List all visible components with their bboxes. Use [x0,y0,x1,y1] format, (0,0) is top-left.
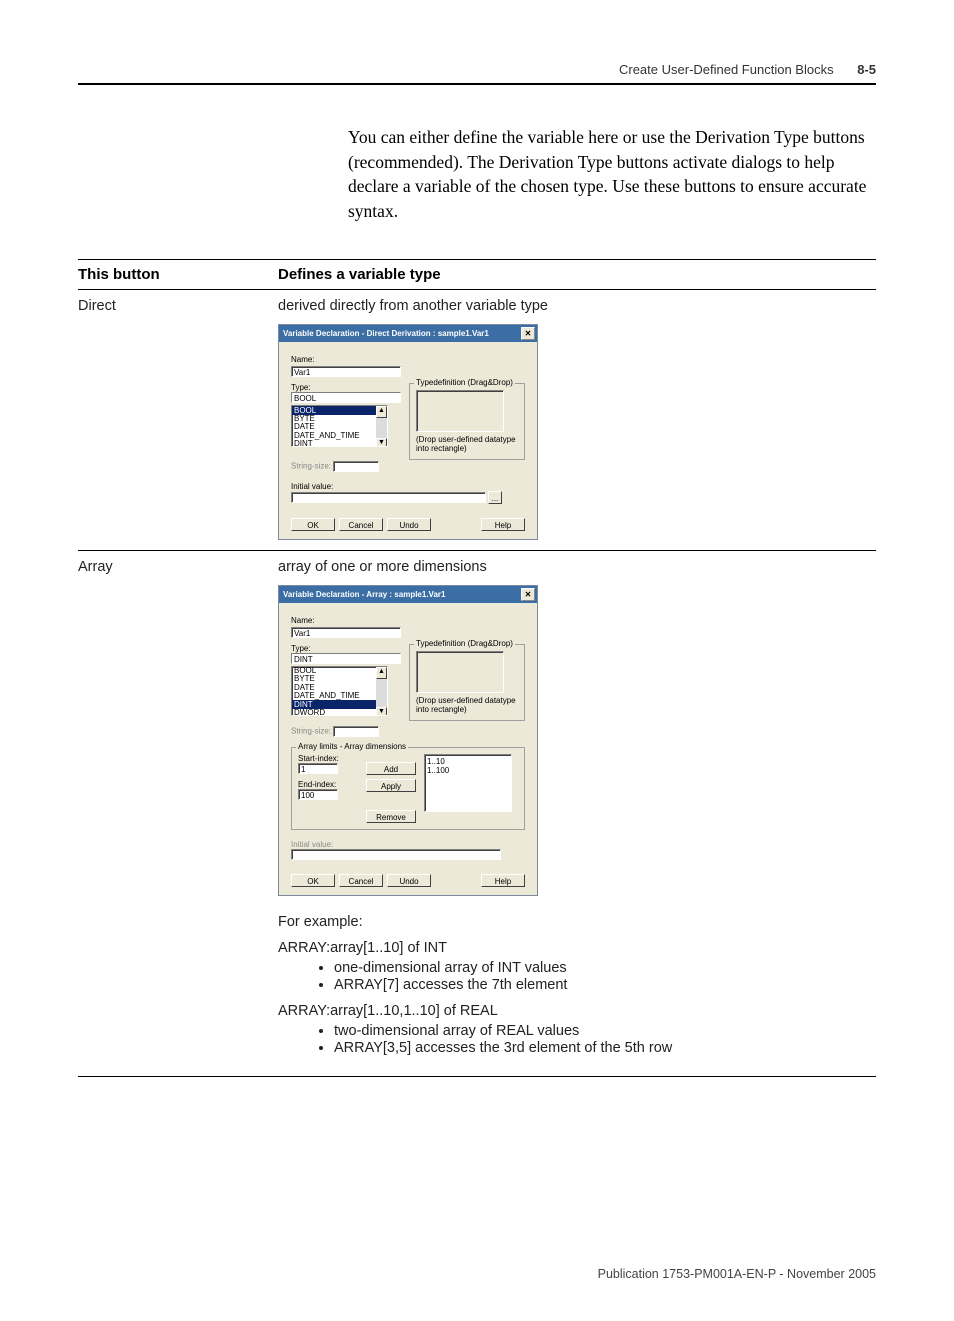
page-footer: Publication 1753-PM001A-EN-P - November … [78,1267,876,1281]
array-limits-fieldset: Array limits - Array dimensions Start-in… [291,747,525,830]
initial-label: Initial value: [291,840,525,849]
start-label: Start-index: [298,754,358,763]
array-desc: array of one or more dimensions [278,559,876,575]
end-label: End-index: [298,780,358,789]
example2-bullet: two-dimensional array of REAL values [334,1023,876,1039]
remove-button[interactable]: Remove [366,810,416,823]
close-icon[interactable]: ✕ [521,588,535,601]
header-rule [78,83,876,85]
cancel-button[interactable]: Cancel [339,518,383,531]
list-item[interactable]: DATE_AND_TIME [292,692,387,700]
scroll-up-icon[interactable]: ▲ [376,667,387,679]
stringsize-label: String-size: [291,727,331,736]
cancel-button[interactable]: Cancel [339,874,383,887]
initial-input[interactable] [291,492,486,503]
example-intro: For example: [278,914,876,930]
array-dialog-title: Variable Declaration - Array : sample1.V… [283,590,445,599]
name-label: Name: [291,616,525,625]
direct-dialog-titlebar: Variable Declaration - Direct Derivation… [279,325,537,342]
type-label: Type: [291,383,401,392]
type-listbox[interactable]: BOOL BYTE DATE DATE_AND_TIME DINT DWORD … [291,405,388,447]
type-listbox[interactable]: BOOL BYTE DATE DATE_AND_TIME DINT DWORD … [291,666,388,716]
close-icon[interactable]: ✕ [521,327,535,340]
th-button: This button [78,260,278,290]
ok-button[interactable]: OK [291,518,335,531]
direct-name: Direct [78,290,278,551]
drop-text: (Drop user-defined datatype into rectang… [416,435,518,453]
typedef-legend: Typedefinition (Drag&Drop) [414,378,515,387]
drop-area[interactable] [416,651,504,693]
scroll-down-icon[interactable]: ▼ [376,438,387,447]
example1-bullet: one-dimensional array of INT values [334,960,876,976]
help-button[interactable]: Help [481,874,525,887]
stringsize-input [333,726,379,737]
name-input[interactable]: Var1 [291,366,401,377]
help-button[interactable]: Help [481,518,525,531]
header-section: Create User-Defined Function Blocks [619,62,834,77]
ok-button[interactable]: OK [291,874,335,887]
typedef-fieldset: Typedefinition (Drag&Drop) (Drop user-de… [409,383,525,460]
array-dialog-titlebar: Variable Declaration - Array : sample1.V… [279,586,537,603]
direct-desc: derived directly from another variable t… [278,298,876,314]
scroll-down-icon[interactable]: ▼ [376,707,387,716]
add-button[interactable]: Add [366,762,416,775]
typedef-legend: Typedefinition (Drag&Drop) [414,639,515,648]
start-input[interactable]: 1 [298,763,338,774]
browse-button[interactable]: ... [488,491,502,504]
apply-button[interactable]: Apply [366,779,416,792]
header-page: 8-5 [857,62,876,77]
type-select[interactable]: BOOL [291,392,401,403]
table-row-direct: Direct derived directly from another var… [78,290,876,551]
array-examples: For example: ARRAY:array[1..10] of INT o… [278,914,876,1056]
list-item[interactable]: DWORD [292,709,387,716]
name-label: Name: [291,355,525,364]
scrollbar[interactable]: ▲ ▼ [376,406,387,446]
array-name: Array [78,551,278,1077]
type-select[interactable]: DINT [291,653,401,664]
type-label: Type: [291,644,401,653]
limits-legend: Array limits - Array dimensions [296,742,408,751]
intro-paragraph: You can either define the variable here … [348,125,876,223]
list-item[interactable]: DINT [292,440,387,447]
list-item[interactable]: 1..100 [427,766,509,775]
undo-button[interactable]: Undo [387,518,431,531]
array-dialog: Variable Declaration - Array : sample1.V… [278,585,538,896]
table-row-array: Array array of one or more dimensions Va… [78,551,876,1077]
list-item[interactable]: 1..10 [427,757,509,766]
th-defines: Defines a variable type [278,260,876,290]
drop-area[interactable] [416,390,504,432]
dimensions-list[interactable]: 1..10 1..100 [424,754,512,812]
scroll-up-icon[interactable]: ▲ [376,406,387,418]
example1-bullet: ARRAY[7] accesses the 7th element [334,977,876,993]
undo-button[interactable]: Undo [387,874,431,887]
example2-bullet: ARRAY[3,5] accesses the 3rd element of t… [334,1040,876,1056]
scrollbar[interactable]: ▲ ▼ [376,667,387,715]
derivation-table: This button Defines a variable type Dire… [78,259,876,1077]
page-header: Create User-Defined Function Blocks 8-5 [78,62,876,77]
example1-title: ARRAY:array[1..10] of INT [278,940,876,956]
direct-dialog-title: Variable Declaration - Direct Derivation… [283,329,489,338]
initial-input[interactable] [291,849,501,860]
example2-title: ARRAY:array[1..10,1..10] of REAL [278,1003,876,1019]
name-input[interactable]: Var1 [291,627,401,638]
drop-text: (Drop user-defined datatype into rectang… [416,696,518,714]
stringsize-label: String-size: [291,462,331,471]
stringsize-input [333,461,379,472]
typedef-fieldset: Typedefinition (Drag&Drop) (Drop user-de… [409,644,525,721]
initial-label: Initial value: [291,482,525,491]
end-input[interactable]: 100 [298,789,338,800]
direct-dialog: Variable Declaration - Direct Derivation… [278,324,538,540]
